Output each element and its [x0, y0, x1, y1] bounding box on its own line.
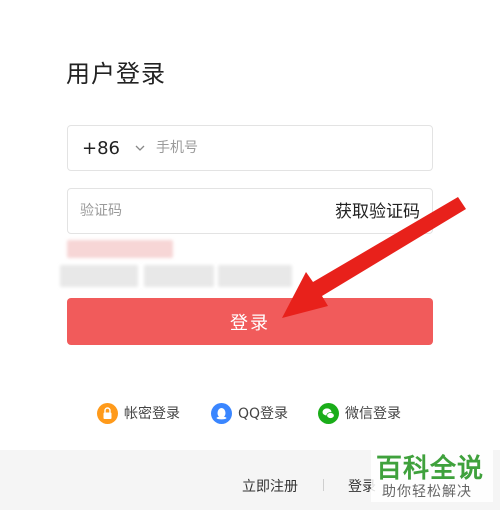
annotation-arrow-icon — [282, 197, 466, 318]
